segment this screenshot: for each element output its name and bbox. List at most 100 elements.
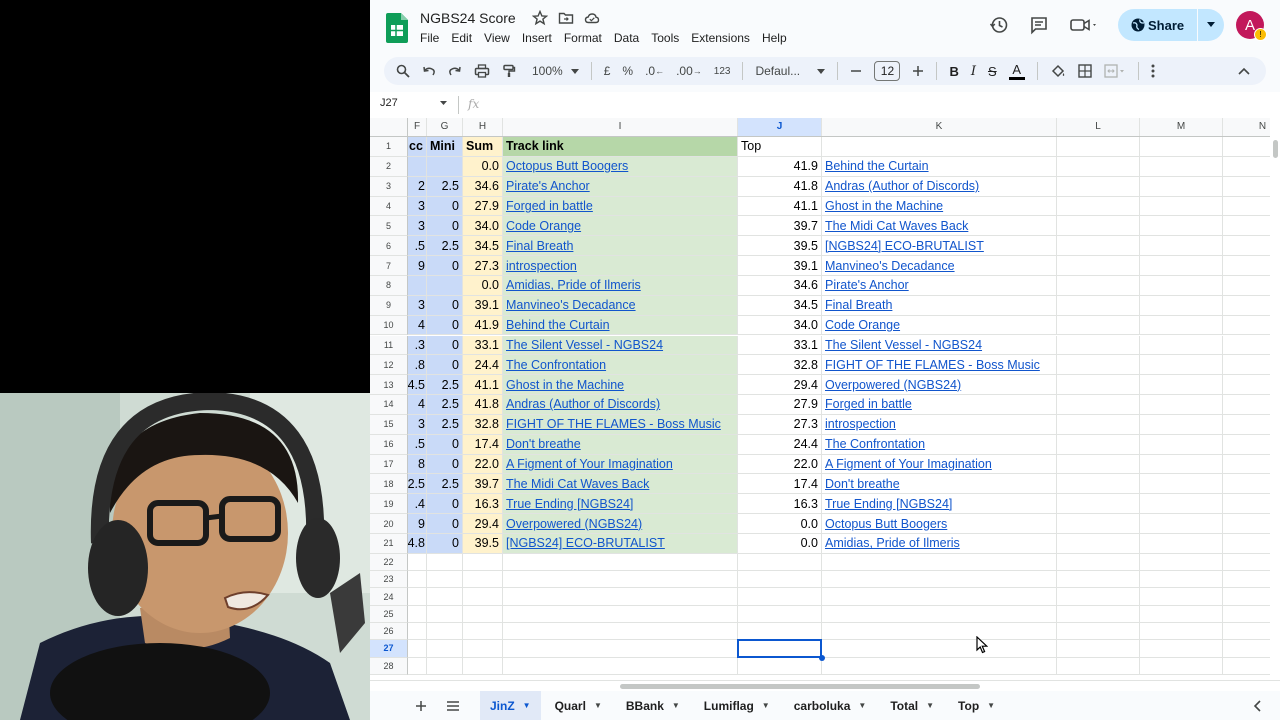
cell-sum[interactable]: 39.1 (463, 295, 503, 316)
cell-top-score[interactable]: 39.5 (738, 236, 822, 257)
top-track-link[interactable]: The Midi Cat Waves Back (822, 216, 1057, 237)
menu-help[interactable]: Help (762, 31, 795, 45)
cell-top-score[interactable]: 27.9 (738, 395, 822, 415)
cell-mini[interactable] (427, 156, 463, 177)
decrease-font-size-icon[interactable] (844, 57, 868, 85)
empty-cell[interactable] (1140, 355, 1223, 376)
empty-cell[interactable] (1140, 236, 1223, 257)
row-header[interactable]: 27 (370, 640, 408, 658)
row-header[interactable]: 13 (370, 375, 408, 396)
empty-cell[interactable] (1140, 275, 1223, 296)
cell-sum[interactable]: 0.0 (463, 275, 503, 296)
empty-cell[interactable] (408, 640, 427, 658)
top-track-link[interactable]: Final Breath (822, 295, 1057, 316)
sheet-tab-jinz[interactable]: JinZ ▼ (480, 691, 541, 720)
empty-cell[interactable] (1057, 355, 1140, 376)
cell-mini[interactable] (427, 275, 463, 296)
track-link[interactable]: The Silent Vessel - NGBS24 (503, 335, 738, 356)
row-header[interactable]: 15 (370, 414, 408, 435)
cell-mini[interactable]: 0 (427, 216, 463, 237)
cell-sum[interactable]: 39.7 (463, 474, 503, 495)
empty-cell[interactable] (1057, 534, 1140, 554)
zoom-select[interactable]: 100% (526, 57, 585, 85)
empty-cell[interactable] (1140, 256, 1223, 276)
cell-f[interactable]: 4 (408, 315, 427, 336)
row-header[interactable]: 26 (370, 623, 408, 641)
cell-mini[interactable]: 2.5 (427, 176, 463, 197)
empty-cell[interactable] (822, 605, 1057, 624)
row-header[interactable]: 10 (370, 315, 408, 336)
top-track-link[interactable]: Andras (Author of Discords) (822, 176, 1057, 197)
empty-cell[interactable] (1057, 434, 1140, 455)
empty-cell[interactable] (738, 623, 822, 641)
cell-top-score[interactable]: 27.3 (738, 414, 822, 435)
top-track-link[interactable]: Manvineo's Decadance (822, 256, 1057, 276)
row-header[interactable]: 12 (370, 355, 408, 376)
empty-cell[interactable] (822, 657, 1057, 675)
menu-view[interactable]: View (484, 31, 518, 45)
empty-cell[interactable] (1140, 156, 1223, 177)
row-header[interactable]: 11 (370, 335, 408, 356)
cell-mini[interactable]: 0 (427, 534, 463, 554)
header-cell-mini[interactable]: Mini (427, 137, 463, 157)
empty-cell[interactable] (1057, 514, 1140, 534)
cell-mini[interactable]: 0 (427, 196, 463, 217)
active-cell-selection[interactable] (737, 639, 822, 658)
track-link[interactable]: Amidias, Pride of Ilmeris (503, 275, 738, 296)
empty-cell[interactable] (1057, 657, 1140, 675)
paint-format-icon[interactable] (496, 57, 522, 85)
empty-cell[interactable] (408, 623, 427, 641)
row-header[interactable]: 1 (370, 137, 408, 157)
merge-cells-icon[interactable] (1098, 57, 1132, 85)
empty-cell[interactable] (463, 605, 503, 624)
empty-cell[interactable] (1140, 588, 1223, 606)
empty-cell[interactable] (822, 137, 1057, 157)
font-select[interactable]: Defaul... (749, 57, 831, 85)
empty-cell[interactable] (738, 571, 822, 589)
empty-cell[interactable] (503, 605, 738, 624)
empty-cell[interactable] (822, 571, 1057, 589)
empty-cell[interactable] (1140, 514, 1223, 534)
cell-mini[interactable]: 2.5 (427, 395, 463, 415)
track-link[interactable]: Final Breath (503, 236, 738, 257)
cell-top-score[interactable]: 34.5 (738, 295, 822, 316)
empty-cell[interactable] (1140, 534, 1223, 554)
empty-cell[interactable] (1140, 137, 1223, 157)
borders-icon[interactable] (1072, 57, 1098, 85)
column-header-k[interactable]: K (822, 118, 1057, 136)
empty-cell[interactable] (427, 623, 463, 641)
empty-cell[interactable] (463, 553, 503, 572)
cell-sum[interactable]: 41.8 (463, 395, 503, 415)
cell-f[interactable]: 9 (408, 256, 427, 276)
empty-cell[interactable] (1057, 295, 1140, 316)
track-link[interactable]: Don't breathe (503, 434, 738, 455)
empty-cell[interactable] (1057, 454, 1140, 475)
cell-top-score[interactable]: 34.0 (738, 315, 822, 336)
column-header-f[interactable]: F (408, 118, 427, 136)
empty-cell[interactable] (1057, 395, 1140, 415)
cell-sum[interactable]: 16.3 (463, 494, 503, 515)
star-icon[interactable] (531, 9, 549, 26)
cell-mini[interactable]: 0 (427, 355, 463, 376)
cell-f[interactable]: 2 (408, 176, 427, 197)
row-header[interactable]: 2 (370, 156, 408, 177)
cell-f[interactable]: 3 (408, 414, 427, 435)
empty-cell[interactable] (1057, 588, 1140, 606)
cell-top-score[interactable]: 24.4 (738, 434, 822, 455)
row-header[interactable]: 24 (370, 588, 408, 606)
menu-file[interactable]: File (420, 31, 447, 45)
empty-cell[interactable] (503, 623, 738, 641)
empty-cell[interactable] (1140, 474, 1223, 495)
empty-cell[interactable] (1057, 256, 1140, 276)
empty-cell[interactable] (822, 623, 1057, 641)
cell-mini[interactable]: 2.5 (427, 414, 463, 435)
menu-extensions[interactable]: Extensions (691, 31, 758, 45)
cell-sum[interactable]: 17.4 (463, 434, 503, 455)
bold-icon[interactable]: B (943, 57, 964, 85)
empty-cell[interactable] (738, 657, 822, 675)
cell-f[interactable]: .3 (408, 335, 427, 356)
horizontal-scrollbar-thumb[interactable] (620, 684, 980, 689)
row-header[interactable]: 19 (370, 494, 408, 515)
top-track-link[interactable]: Don't breathe (822, 474, 1057, 495)
empty-cell[interactable] (1140, 434, 1223, 455)
